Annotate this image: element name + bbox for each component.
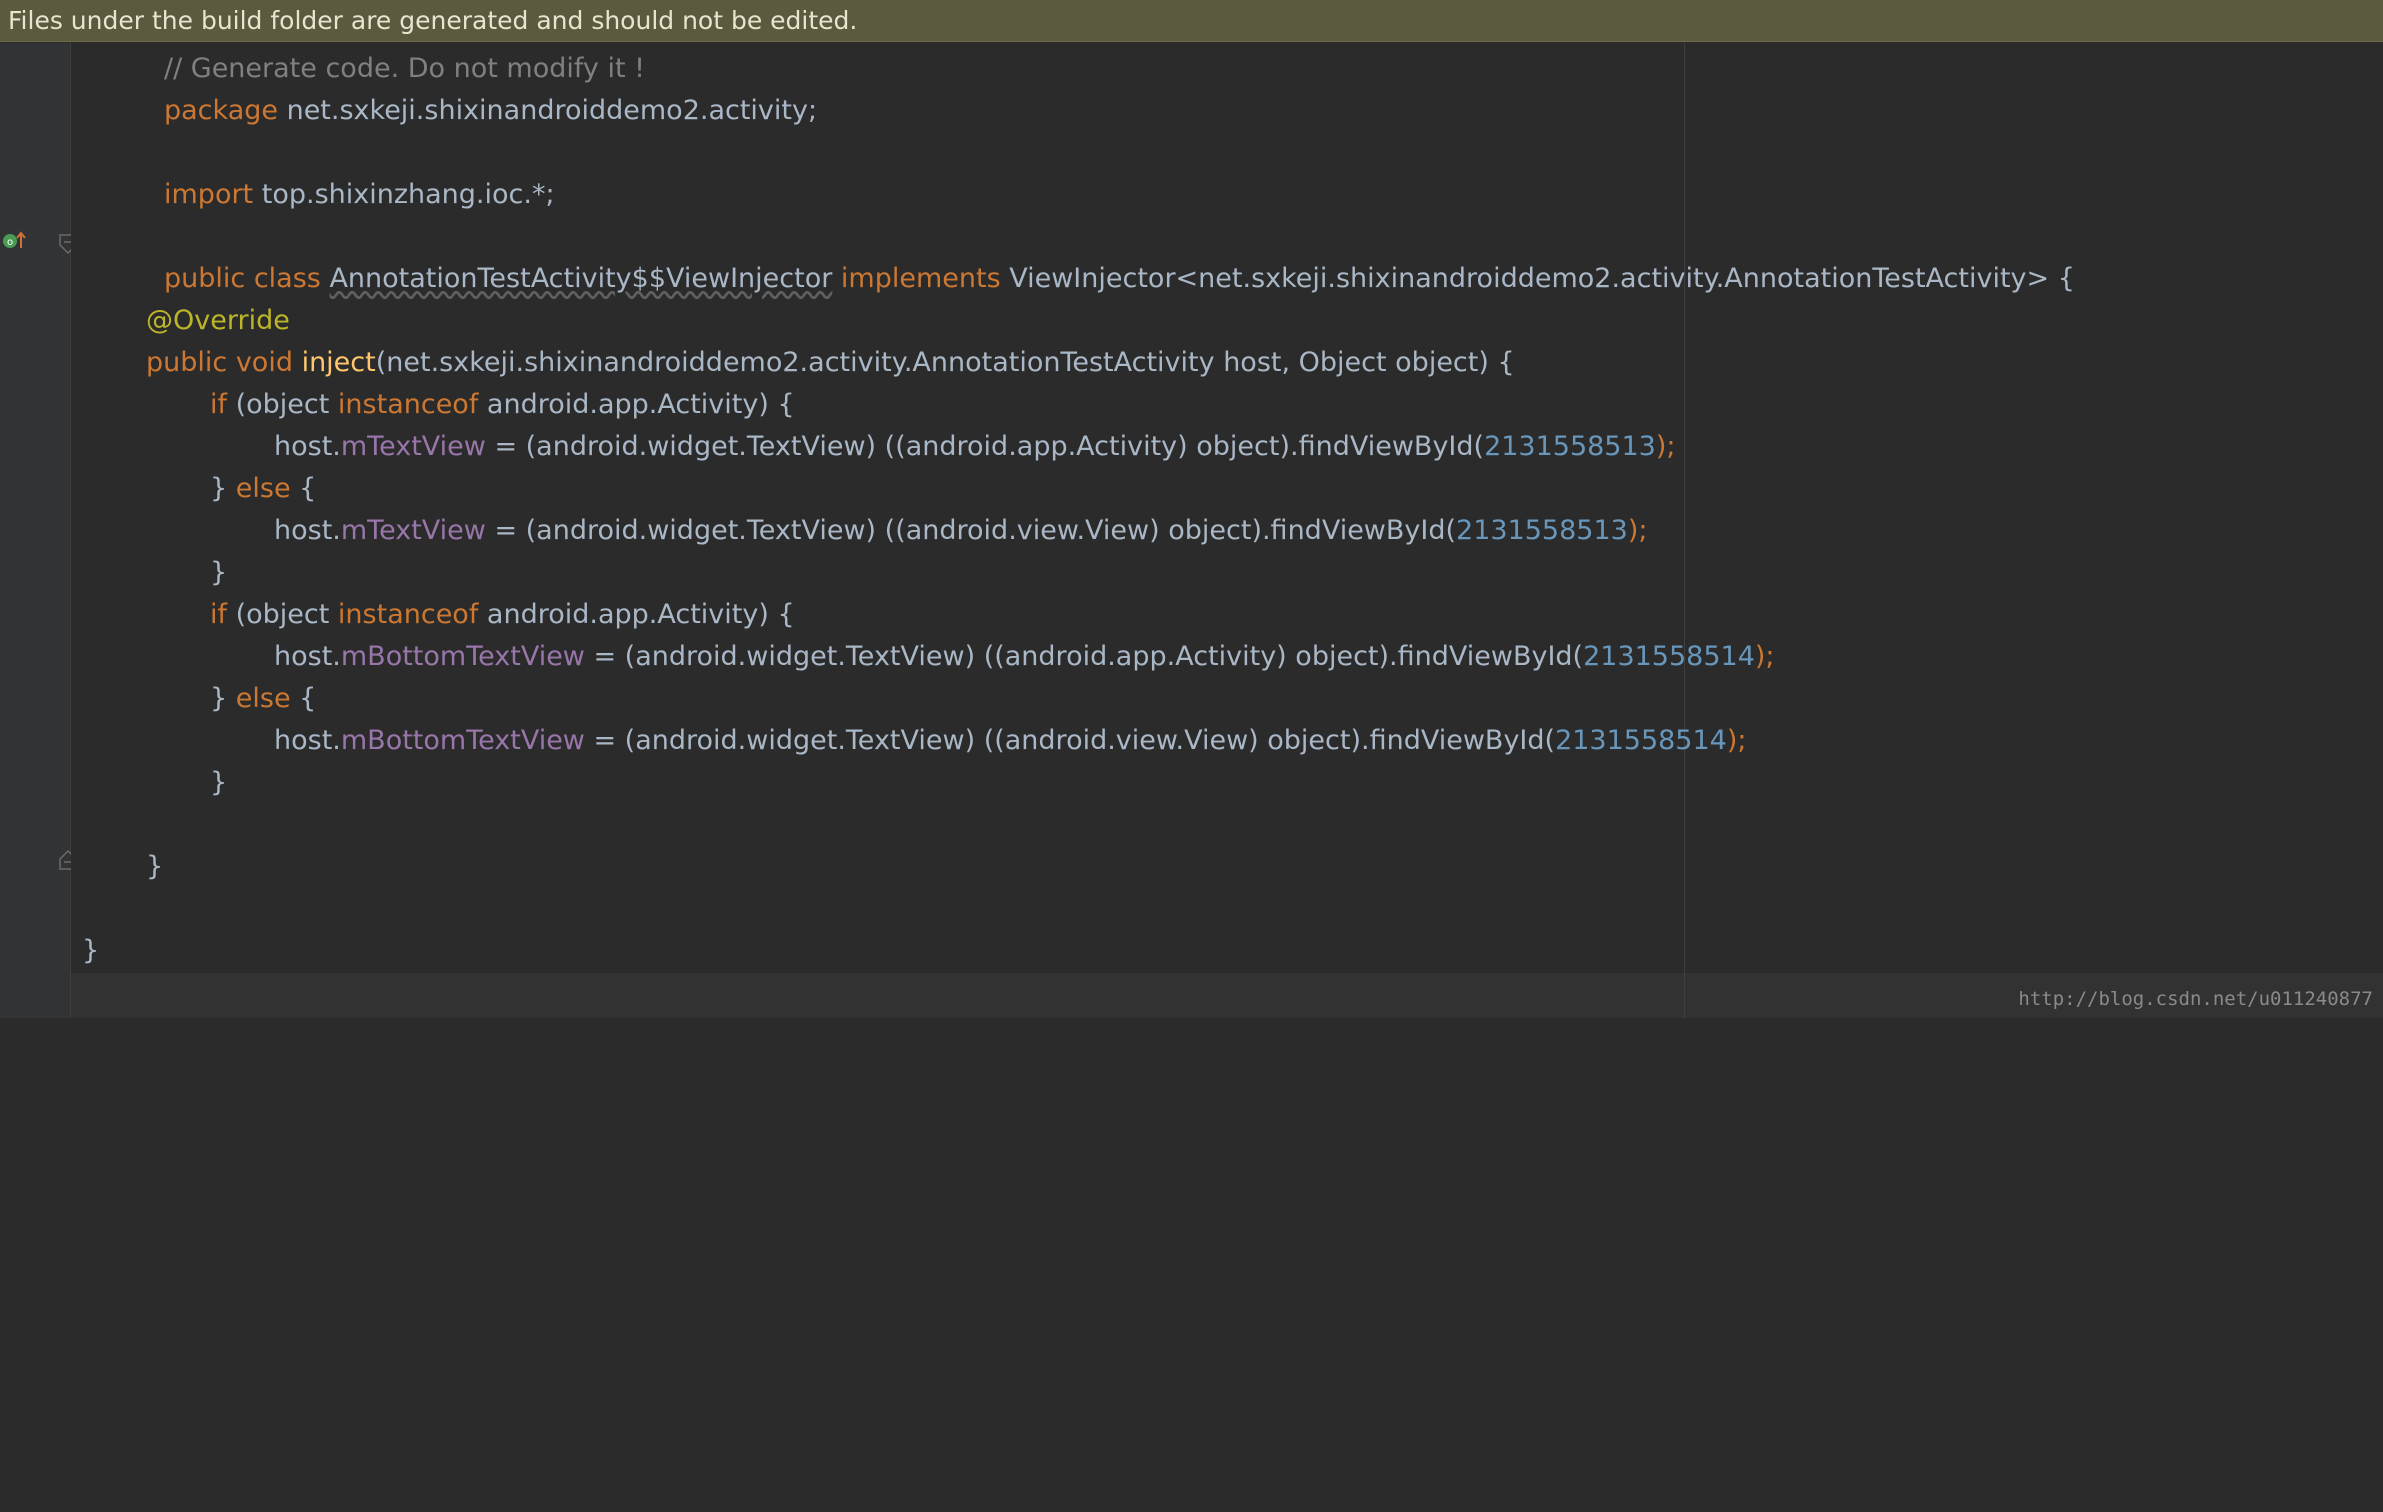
override-annotation: @Override <box>146 305 290 336</box>
keyword-else: else <box>235 473 291 504</box>
code-line-1: // Generate code. Do not modify it ! <box>164 48 645 90</box>
right-margin-guide <box>1684 43 1685 1018</box>
method-name-inject: inject <box>301 347 376 378</box>
code-line-11: } else { <box>210 468 316 510</box>
field-mBottomTextView: mBottomTextView <box>340 641 585 672</box>
code-line-10: host.mTextView = (android.widget.TextVie… <box>274 426 1676 468</box>
override-method-icon[interactable]: o <box>2 230 28 252</box>
view-id-number: 2131558513 <box>1484 431 1656 462</box>
code-line-22: } <box>82 930 99 972</box>
field-mTextView: mTextView <box>340 431 486 462</box>
import-path: top.shixinzhang.ioc.*; <box>253 179 555 210</box>
keyword-public-class: public class <box>164 263 321 294</box>
code-punct: ); <box>1627 515 1648 546</box>
keyword-package: package <box>164 95 278 126</box>
code-line-6: public class AnnotationTestActivity$$Vie… <box>164 258 2075 300</box>
code-text: host. <box>274 641 341 672</box>
code-line-13: } <box>210 552 227 594</box>
code-line-12: host.mTextView = (android.widget.TextVie… <box>274 510 1647 552</box>
code-line-8: public void inject(net.sxkeji.shixinandr… <box>146 342 1515 384</box>
code-line-18: } <box>210 762 227 804</box>
code-text: (object <box>227 599 338 630</box>
keyword-public-void: public void <box>146 347 293 378</box>
code-text: { <box>290 683 317 714</box>
code-line-15: host.mBottomTextView = (android.widget.T… <box>274 636 1775 678</box>
code-text: = (android.widget.TextView) ((android.ap… <box>584 641 1584 672</box>
code-line-4: import top.shixinzhang.ioc.*; <box>164 174 555 216</box>
code-text: host. <box>274 725 341 756</box>
code-text: android.app.Activity) { <box>478 599 795 630</box>
closing-brace: } <box>210 767 228 798</box>
code-body[interactable]: // Generate code. Do not modify it ! pac… <box>82 0 2075 1512</box>
interface-declaration: ViewInjector<net.sxkeji.shixinandroiddem… <box>1000 263 2075 294</box>
keyword-import: import <box>164 179 254 210</box>
code-punct: ); <box>1655 431 1676 462</box>
code-line-16: } else { <box>210 678 316 720</box>
code-line-7: @Override <box>146 300 290 342</box>
field-mBottomTextView: mBottomTextView <box>340 725 585 756</box>
keyword-if: if <box>210 389 228 420</box>
code-text: = (android.widget.TextView) ((android.vi… <box>485 515 1457 546</box>
generated-file-warning-banner: Files under the build folder are generat… <box>0 0 2383 42</box>
view-id-number: 2131558514 <box>1583 641 1755 672</box>
code-text: (object <box>227 389 338 420</box>
code-line-9: if (object instanceof android.app.Activi… <box>210 384 795 426</box>
code-text: android.app.Activity) { <box>478 389 795 420</box>
code-line-14: if (object instanceof android.app.Activi… <box>210 594 795 636</box>
package-name: net.sxkeji.shixinandroiddemo2.activity; <box>278 95 818 126</box>
editor-gutter[interactable]: o <box>0 43 77 1018</box>
blog-watermark: http://blog.csdn.net/u011240877 <box>2018 988 2373 1010</box>
code-text: } <box>210 473 236 504</box>
closing-brace: } <box>210 557 228 588</box>
closing-brace: } <box>82 935 100 966</box>
code-text: } <box>210 683 236 714</box>
view-id-number: 2131558514 <box>1555 725 1727 756</box>
field-mTextView: mTextView <box>340 515 486 546</box>
banner-text: Files under the build folder are generat… <box>8 6 858 35</box>
code-text: host. <box>274 431 341 462</box>
code-line-2: package net.sxkeji.shixinandroiddemo2.ac… <box>164 90 817 132</box>
code-text: host. <box>274 515 341 546</box>
keyword-implements: implements <box>840 263 1001 294</box>
view-id-number: 2131558513 <box>1456 515 1628 546</box>
keyword-if: if <box>210 599 228 630</box>
keyword-instanceof: instanceof <box>337 389 479 420</box>
method-params: (net.sxkeji.shixinandroiddemo2.activity.… <box>375 347 1515 378</box>
keyword-instanceof: instanceof <box>337 599 479 630</box>
code-line-20: } <box>146 846 163 888</box>
code-text: = (android.widget.TextView) ((android.ap… <box>485 431 1485 462</box>
keyword-else: else <box>235 683 291 714</box>
closing-brace: } <box>146 851 164 882</box>
code-punct: ); <box>1754 641 1775 672</box>
code-comment: // Generate code. Do not modify it ! <box>164 53 645 84</box>
code-text: = (android.widget.TextView) ((android.vi… <box>584 725 1556 756</box>
code-line-17: host.mBottomTextView = (android.widget.T… <box>274 720 1747 762</box>
class-name: AnnotationTestActivity$$ViewInjector <box>329 263 833 294</box>
svg-text:o: o <box>7 237 13 248</box>
code-text: { <box>290 473 317 504</box>
code-punct: ); <box>1726 725 1747 756</box>
